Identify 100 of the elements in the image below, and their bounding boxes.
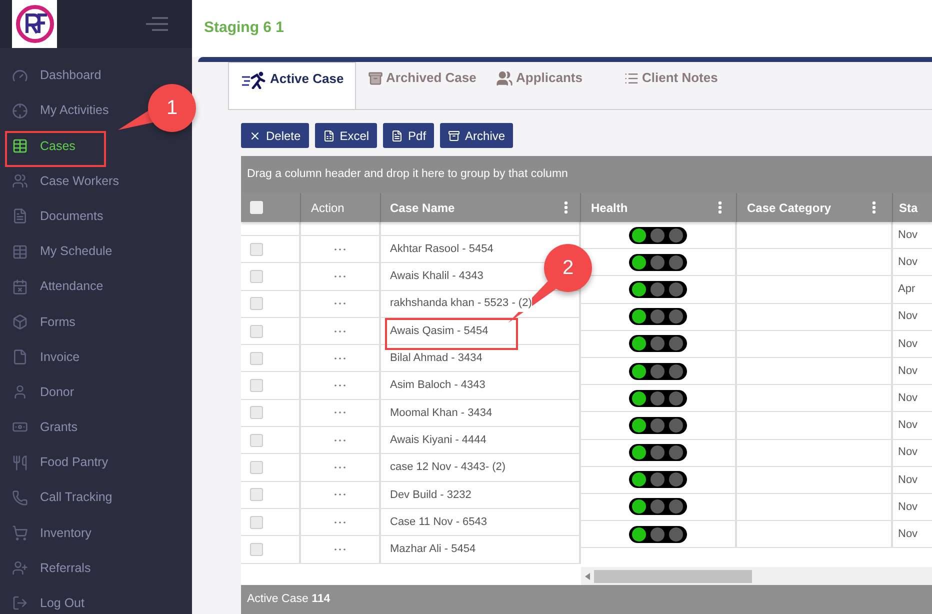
health-indicator [629, 362, 687, 380]
sidebar-item[interactable]: Attendance [0, 269, 108, 304]
select-all-checkbox[interactable] [250, 201, 263, 214]
menu-item-icon [12, 490, 28, 506]
health-indicator [629, 390, 687, 407]
sidebar-item[interactable]: Invoice [0, 340, 84, 375]
list-icon [624, 71, 639, 86]
footer-summary: Active Case 114 [241, 585, 932, 614]
case-name[interactable]: rakhshanda khan - 5523 - (2) [390, 295, 532, 312]
column-menu-icon[interactable] [872, 201, 876, 214]
archive-icon [448, 130, 460, 142]
row-checkbox[interactable] [250, 461, 263, 474]
menu-item-icon [12, 560, 28, 576]
toolbar-button[interactable]: Excel [314, 123, 378, 148]
row-checkbox[interactable] [250, 406, 263, 420]
toolbar-button[interactable]: Delete [241, 123, 309, 148]
column-header[interactable]: Sta [899, 198, 918, 216]
row-checkbox[interactable] [250, 324, 263, 338]
menu-item-icon [12, 454, 28, 471]
column-menu-icon[interactable] [564, 201, 568, 214]
row-checkbox[interactable] [250, 434, 263, 447]
menu-icon[interactable] [146, 17, 168, 31]
toolbar-button[interactable]: Archive [440, 123, 514, 148]
sidebar-item[interactable]: Donor [0, 374, 78, 410]
more-icon[interactable] [334, 466, 346, 470]
menu-item-icon [12, 595, 28, 612]
page-title: Staging 6 1 [204, 18, 284, 38]
sidebar-item[interactable]: Inventory [0, 515, 96, 551]
health-indicator [629, 280, 687, 298]
sidebar-item[interactable]: Call Tracking [0, 480, 116, 516]
health-indicator [629, 526, 687, 543]
sidebar-item[interactable]: Referrals [0, 550, 95, 586]
sidebar-item[interactable]: Forms [0, 304, 80, 340]
column-menu-icon[interactable] [718, 201, 722, 214]
more-icon[interactable] [334, 548, 346, 551]
row-checkbox[interactable] [250, 488, 263, 502]
tab[interactable]: Client Notes [612, 62, 740, 109]
sidebar-item[interactable]: Grants [0, 410, 82, 446]
row-checkbox[interactable] [250, 352, 263, 365]
health-indicator [629, 335, 687, 352]
health-indicator [629, 416, 687, 434]
start-date: Nov [898, 255, 918, 270]
row-checkbox[interactable] [250, 516, 263, 529]
row-checkbox[interactable] [250, 379, 263, 392]
health-indicator [629, 226, 687, 244]
health-indicator [629, 498, 687, 516]
menu-item-icon [12, 102, 28, 119]
row-checkbox[interactable] [250, 242, 263, 256]
logo-icon[interactable] [12, 0, 57, 48]
start-date: Nov [898, 418, 918, 434]
row-checkbox[interactable] [250, 270, 263, 283]
spreadsheet-icon [322, 130, 335, 142]
tab[interactable]: Active Case [228, 62, 356, 109]
start-date: Nov [898, 228, 918, 243]
start-date: Nov [898, 336, 918, 352]
row-checkbox[interactable] [250, 297, 263, 310]
health-indicator [629, 308, 687, 326]
menu-item-icon [12, 384, 28, 400]
tab[interactable]: Archived Case [356, 62, 484, 109]
health-indicator [629, 254, 687, 271]
column-header[interactable]: Case Name [390, 198, 455, 216]
more-icon[interactable] [334, 438, 346, 442]
menu-item-icon [12, 173, 28, 190]
people-icon [496, 70, 513, 88]
sidebar-item[interactable]: My Activities [0, 93, 113, 128]
more-icon[interactable] [334, 302, 346, 306]
column-header[interactable]: Case Category [747, 198, 832, 216]
menu-item-icon [12, 244, 28, 260]
more-icon[interactable] [334, 356, 346, 360]
column-header[interactable]: Action [301, 193, 381, 222]
start-date: Apr [898, 282, 916, 298]
menu-item-icon [12, 278, 28, 295]
more-icon[interactable] [334, 493, 346, 496]
start-date: Nov [898, 500, 918, 515]
menu-item-icon [12, 68, 28, 84]
sidebar-item[interactable]: Cases [0, 128, 80, 164]
menu-item-icon [12, 525, 28, 542]
sidebar-item[interactable]: Dashboard [0, 58, 106, 94]
more-icon[interactable] [334, 330, 346, 333]
menu-item-icon [12, 138, 28, 154]
sidebar-item[interactable]: Food Pantry [0, 445, 112, 480]
menu-item-icon [12, 208, 28, 224]
row-checkbox[interactable] [250, 542, 263, 556]
sidebar-item[interactable]: Case Workers [0, 164, 123, 199]
more-icon[interactable] [334, 520, 346, 524]
sidebar-item[interactable]: Log Out [0, 586, 88, 614]
health-indicator [629, 471, 687, 488]
column-header[interactable]: Health [591, 198, 628, 216]
more-icon[interactable] [334, 274, 346, 278]
scroll-left-icon[interactable] [585, 572, 590, 580]
horizontal-scrollbar[interactable] [594, 570, 752, 582]
start-date: Nov [898, 526, 918, 542]
more-icon[interactable] [334, 384, 346, 388]
sidebar-item[interactable]: Documents [0, 198, 108, 234]
more-icon[interactable] [334, 248, 346, 251]
toolbar-button[interactable]: Pdf [383, 123, 434, 148]
sidebar-item[interactable]: My Schedule [0, 234, 116, 270]
more-icon[interactable] [334, 411, 346, 414]
menu-item-icon [12, 314, 28, 330]
tab[interactable]: Applicants [484, 62, 612, 109]
